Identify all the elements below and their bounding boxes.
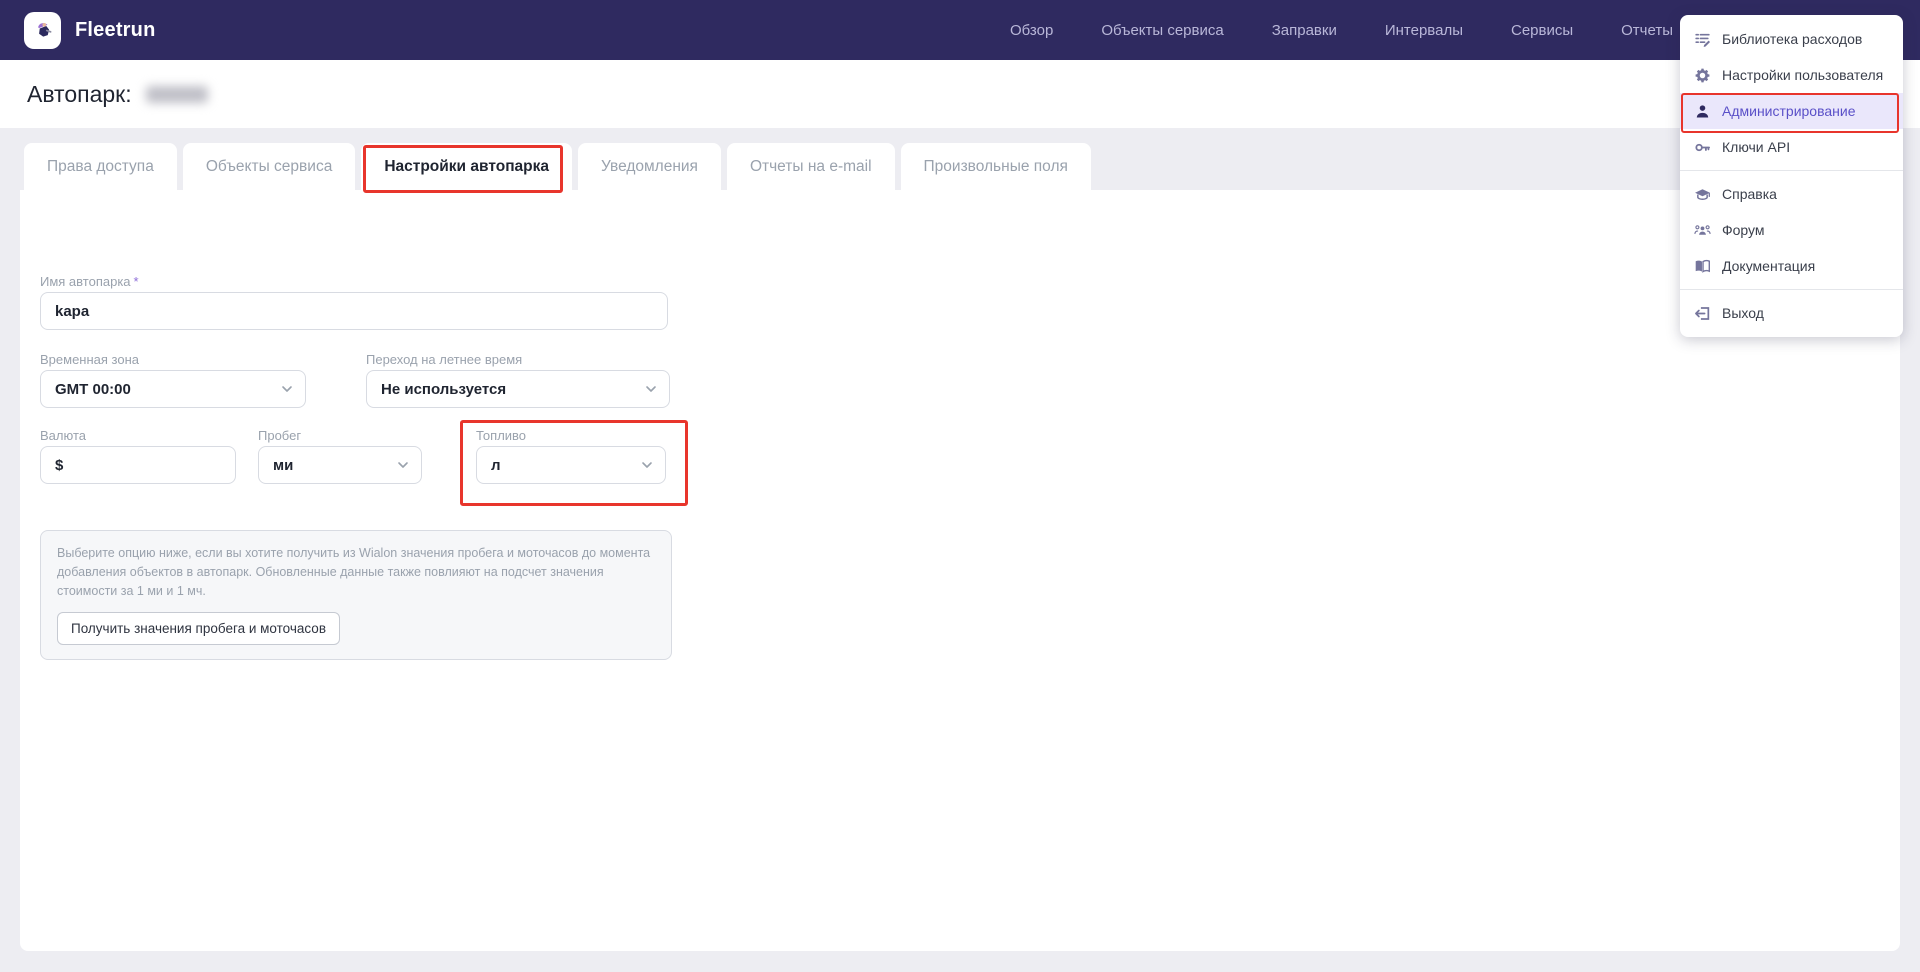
nav-link-service-objects[interactable]: Объекты сервиса xyxy=(1101,22,1223,39)
mileage-label: Пробег xyxy=(258,428,302,443)
menu-item-label: Администрирование xyxy=(1722,103,1856,119)
fuel-label: Топливо xyxy=(476,428,527,443)
people-icon xyxy=(1694,222,1711,239)
chevron-down-icon xyxy=(398,462,408,468)
fleet-name-redacted xyxy=(145,85,208,103)
menu-item-administration[interactable]: Администрирование xyxy=(1680,93,1903,129)
dst-label: Переход на летнее время xyxy=(366,352,523,367)
tab-email-reports[interactable]: Отчеты на e-mail xyxy=(726,143,895,190)
tab-bar: Права доступа Объекты сервиса Настройки … xyxy=(24,143,1091,190)
top-navbar: Fleetrun Обзор Объекты сервиса Заправки … xyxy=(0,0,1920,60)
chevron-down-icon xyxy=(642,462,652,468)
fleetrun-logo-icon[interactable] xyxy=(24,11,61,49)
menu-item-label: Настройки пользователя xyxy=(1722,67,1884,83)
nav-link-overview[interactable]: Обзор xyxy=(1010,22,1053,39)
nav-link-reports[interactable]: Отчеты xyxy=(1621,22,1673,39)
timezone-select[interactable]: GMT 00:00 xyxy=(40,370,306,408)
tab-notifications[interactable]: Уведомления xyxy=(578,143,721,190)
fleet-name-input[interactable] xyxy=(41,293,667,329)
tab-service-objects[interactable]: Объекты сервиса xyxy=(182,143,356,190)
timezone-value: GMT 00:00 xyxy=(55,380,131,398)
person-icon xyxy=(1694,103,1711,120)
menu-item-label: Справка xyxy=(1722,186,1777,202)
menu-item-api-keys[interactable]: Ключи API xyxy=(1680,129,1903,165)
nav-link-intervals[interactable]: Интервалы xyxy=(1385,22,1463,39)
fleet-name-label-text: Имя автопарка xyxy=(40,274,131,289)
mileage-value: ми xyxy=(273,456,294,474)
nav-links: Обзор Объекты сервиса Заправки Интервалы… xyxy=(1010,0,1673,60)
chevron-down-icon xyxy=(282,386,292,392)
expense-library-icon xyxy=(1694,31,1711,48)
wialon-sync-infobox: Выберите опцию ниже, если вы хотите полу… xyxy=(40,530,672,661)
menu-item-label: Документация xyxy=(1722,258,1816,274)
currency-field-wrap xyxy=(40,446,236,484)
brand: Fleetrun xyxy=(24,11,156,49)
tab-custom-fields[interactable]: Произвольные поля xyxy=(900,143,1091,190)
menu-item-label: Ключи API xyxy=(1722,139,1791,155)
brand-name: Fleetrun xyxy=(75,18,156,41)
user-dropdown-menu: Библиотека расходов Настройки пользовате… xyxy=(1680,15,1903,337)
menu-item-help[interactable]: Справка xyxy=(1680,176,1903,212)
fleet-name-label: Имя автопарка * xyxy=(40,274,139,289)
menu-item-logout[interactable]: Выход xyxy=(1680,295,1903,331)
menu-item-label: Выход xyxy=(1722,305,1764,321)
dst-value: Не используется xyxy=(381,380,507,398)
mileage-select[interactable]: ми xyxy=(258,446,422,484)
graduation-cap-icon xyxy=(1694,186,1711,203)
menu-item-label: Форум xyxy=(1722,222,1765,238)
tab-fleet-settings[interactable]: Настройки автопарка xyxy=(361,143,573,190)
nav-link-services[interactable]: Сервисы xyxy=(1511,22,1573,39)
chevron-down-icon xyxy=(646,386,656,392)
menu-item-expense-library[interactable]: Библиотека расходов xyxy=(1680,21,1903,57)
book-icon xyxy=(1694,258,1711,275)
key-icon xyxy=(1694,139,1711,156)
page-title: Автопарк: xyxy=(27,80,132,107)
logout-icon xyxy=(1694,305,1711,322)
title-bar: Автопарк: xyxy=(0,60,1920,128)
menu-item-user-settings[interactable]: Настройки пользователя xyxy=(1680,57,1903,93)
fuel-select[interactable]: л xyxy=(476,446,666,484)
dst-select[interactable]: Не используется xyxy=(366,370,670,408)
tab-access-rights[interactable]: Права доступа xyxy=(24,143,177,190)
menu-divider xyxy=(1680,170,1903,171)
gear-icon xyxy=(1694,67,1711,84)
menu-divider xyxy=(1680,289,1903,290)
mascot-icon xyxy=(37,22,51,37)
fleet-settings-panel: Имя автопарка* Временная зона Переход на… xyxy=(20,190,1900,951)
currency-input[interactable] xyxy=(41,447,235,483)
timezone-label: Временная зона xyxy=(40,352,139,367)
fleet-name-field-wrap xyxy=(40,292,668,330)
required-asterisk: * xyxy=(133,274,139,289)
get-mileage-engine-hours-button[interactable]: Получить значения пробега и моточасов xyxy=(57,612,340,646)
wialon-sync-info-text: Выберите опцию ниже, если вы хотите полу… xyxy=(57,546,651,598)
menu-item-label: Библиотека расходов xyxy=(1722,31,1863,47)
currency-label: Валюта xyxy=(40,428,86,443)
menu-item-documentation[interactable]: Документация xyxy=(1680,248,1903,284)
nav-link-fillings[interactable]: Заправки xyxy=(1272,22,1337,39)
fuel-value: л xyxy=(491,456,501,474)
menu-item-forum[interactable]: Форум xyxy=(1680,212,1903,248)
